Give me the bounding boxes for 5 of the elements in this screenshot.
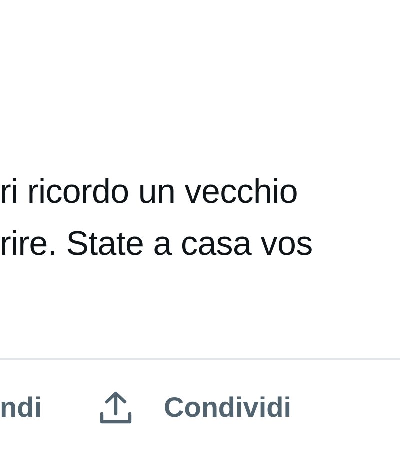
share-button[interactable]: Condividi	[98, 387, 292, 429]
post-text: rire. State a casa vos	[0, 224, 314, 265]
share-icon	[98, 390, 134, 426]
reply-button[interactable]: ndi	[0, 387, 42, 429]
post-text: ri ricordo un vecchio	[0, 172, 299, 213]
